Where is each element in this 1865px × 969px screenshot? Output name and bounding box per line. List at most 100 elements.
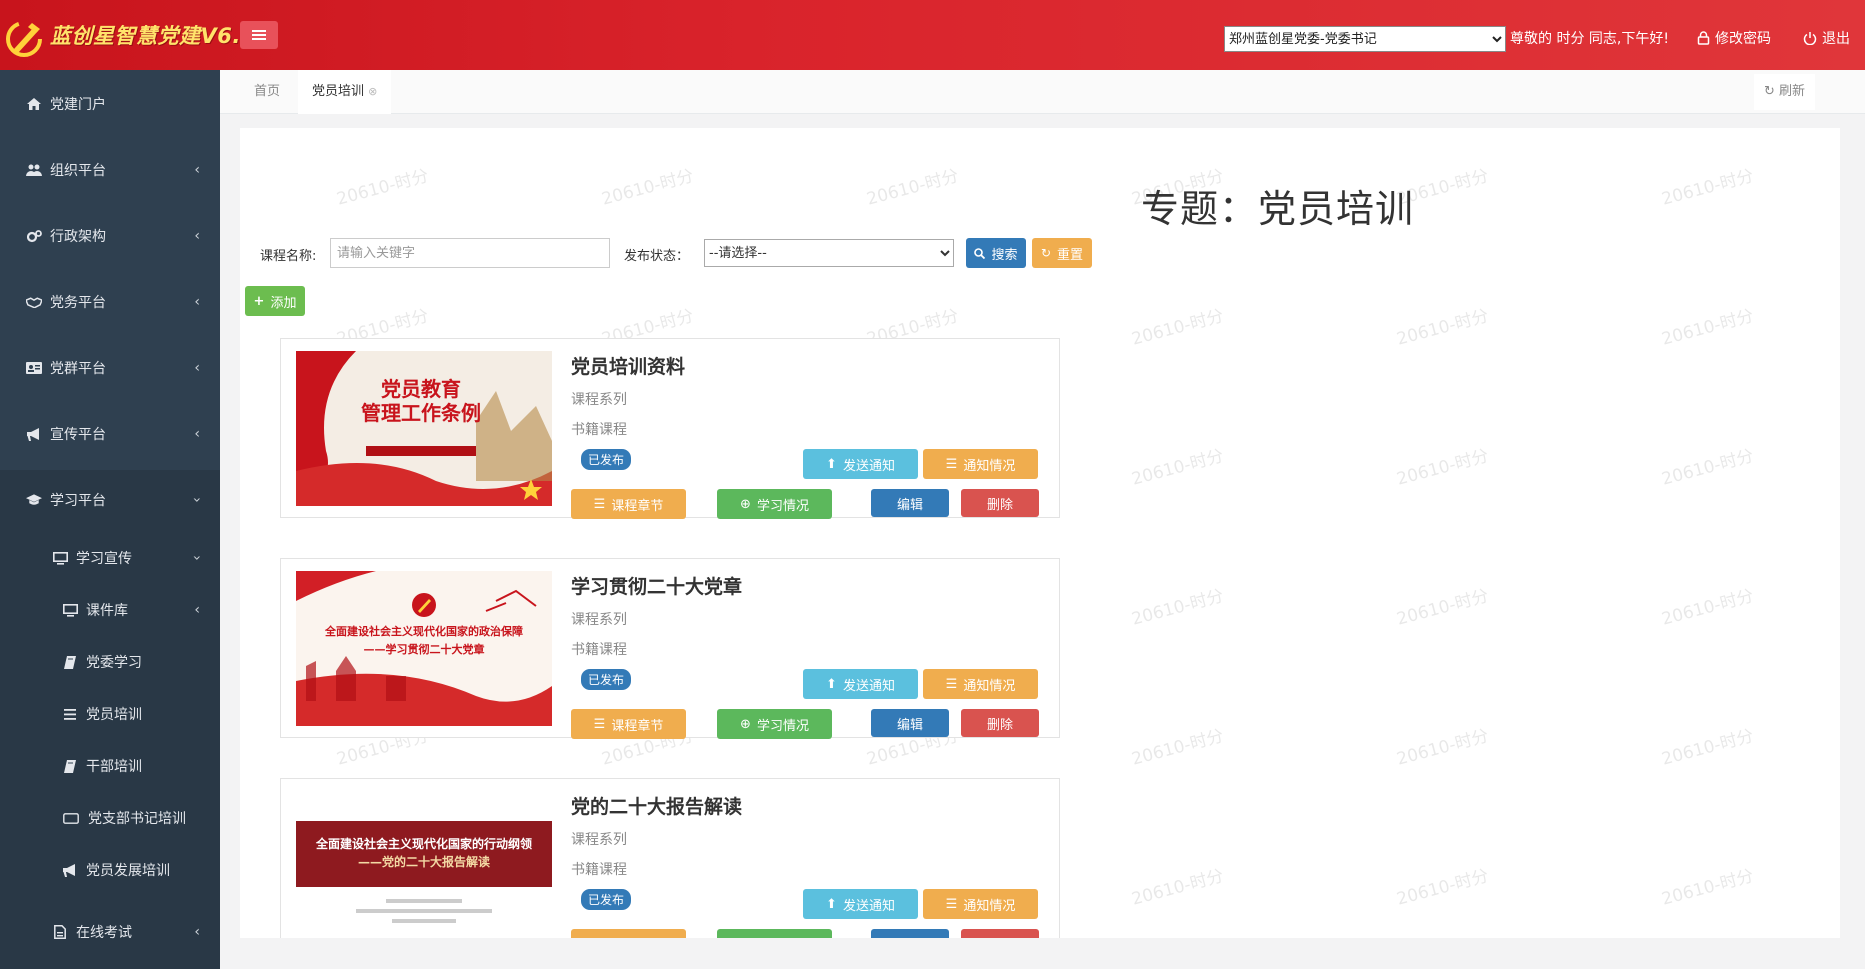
close-icon[interactable]: ⊗ xyxy=(368,85,377,98)
delete-label: 删除 xyxy=(986,717,1013,733)
sidebar-item-party-affairs[interactable]: 党务平台 ‹ xyxy=(0,290,220,314)
send-notice-button[interactable]: ⬆ 发送通知 xyxy=(803,449,918,479)
course-cover-image[interactable]: 党员教育 管理工作条例 xyxy=(296,351,552,506)
course-title[interactable]: 党员培训资料 xyxy=(571,352,685,379)
top-bar: 蓝创星智慧党建V6.0 郑州蓝创星党委-党委书记 尊敬的 时分 同志,下午好! … xyxy=(0,0,1865,70)
send-notice-label: 发送通知 xyxy=(842,458,895,474)
handshake-icon xyxy=(26,295,42,309)
edit-button[interactable]: 编辑 xyxy=(871,709,949,737)
status-select[interactable]: --请选择-- xyxy=(704,239,954,267)
send-notice-label: 发送通知 xyxy=(842,898,895,914)
status-badge: 已发布 xyxy=(581,669,632,690)
chapters-button[interactable]: ☰ 课程章节 xyxy=(571,709,686,739)
bullhorn-icon xyxy=(26,427,42,441)
zoom-icon: ⊕ xyxy=(740,716,751,732)
bullhorn-icon xyxy=(62,863,78,877)
reset-button[interactable]: ↻ 重置 xyxy=(1032,238,1092,268)
sidebar-item-organization[interactable]: 组织平台 ‹ xyxy=(0,158,220,182)
watermark-text: 20610-时分 xyxy=(1394,446,1491,490)
watermark-text: 20610-时分 xyxy=(1129,726,1226,770)
watermark-text: 20610-时分 xyxy=(1659,866,1756,910)
sidebar-item-committee-study[interactable]: 党委学习 xyxy=(0,650,220,674)
sidebar-item-label: 党群平台 xyxy=(50,361,106,377)
sidebar-item-study-platform[interactable]: 学习平台 ‹ xyxy=(0,488,220,512)
list-icon: ☰ xyxy=(593,716,606,732)
cover-title: 党员教育 管理工作条例 xyxy=(346,377,496,425)
send-notice-button[interactable]: ⬆ 发送通知 xyxy=(803,669,918,699)
study-status-button[interactable] xyxy=(717,929,832,938)
cover-art xyxy=(296,351,552,506)
list-icon: ☰ xyxy=(593,496,606,512)
notice-status-button[interactable]: ☰ 通知情况 xyxy=(923,449,1038,479)
sidebar-item-mass-work[interactable]: 党群平台 ‹ xyxy=(0,356,220,380)
edit-label: 编辑 xyxy=(896,717,923,733)
send-notice-button[interactable]: ⬆ 发送通知 xyxy=(803,889,918,919)
course-title[interactable]: 党的二十大报告解读 xyxy=(571,792,742,819)
chevron-left-icon: ‹ xyxy=(194,602,200,618)
cover-title: 全面建设社会主义现代化国家的政治保障 ——学习贯彻二十大党章 xyxy=(296,623,552,659)
course-type: 书籍课程 xyxy=(571,862,627,878)
notice-status-label: 通知情况 xyxy=(963,678,1016,694)
logout-link[interactable]: 退出 xyxy=(1803,28,1850,48)
chevron-left-icon: ‹ xyxy=(194,426,200,442)
graduation-cap-icon xyxy=(26,493,42,507)
delete-button[interactable] xyxy=(961,929,1039,938)
sidebar-item-branch-secretary-training[interactable]: 党支部书记培训 xyxy=(0,806,220,830)
course-cover-image[interactable]: 全面建设社会主义现代化国家的政治保障 ——学习贯彻二十大党章 xyxy=(296,571,552,726)
status-badge: 已发布 xyxy=(581,449,632,470)
watermark-text: 20610-时分 xyxy=(1659,306,1756,350)
change-password-link[interactable]: 修改密码 xyxy=(1697,28,1771,48)
edit-button[interactable]: 编辑 xyxy=(871,489,949,517)
watermark-text: 20610-时分 xyxy=(1394,726,1491,770)
course-title[interactable]: 学习贯彻二十大党章 xyxy=(571,572,742,599)
menu-toggle-button[interactable] xyxy=(240,21,278,49)
sidebar-item-portal[interactable]: 党建门户 xyxy=(0,92,220,116)
study-status-button[interactable]: ⊕ 学习情况 xyxy=(717,489,832,519)
chapters-button[interactable]: ☰ 课程章节 xyxy=(571,489,686,519)
chevron-down-icon: ‹ xyxy=(189,555,206,561)
refresh-button[interactable]: ↻ 刷新 xyxy=(1753,74,1815,110)
sidebar-item-label: 组织平台 xyxy=(50,163,106,179)
app-title: 蓝创星智慧党建V6.0 xyxy=(50,24,256,48)
delete-button[interactable]: 删除 xyxy=(961,709,1039,737)
edit-button[interactable] xyxy=(871,929,949,938)
id-card-icon xyxy=(26,361,42,375)
sidebar-item-online-exam[interactable]: 在线考试 ‹ xyxy=(0,920,220,944)
watermark-text: 20610-时分 xyxy=(1129,866,1226,910)
notice-status-button[interactable]: ☰ 通知情况 xyxy=(923,669,1038,699)
book-icon xyxy=(62,655,78,669)
study-status-button[interactable]: ⊕ 学习情况 xyxy=(717,709,832,739)
sidebar-item-member-training[interactable]: 党员培训 xyxy=(0,702,220,726)
tab-member-training[interactable]: 党员培训 ⊗ xyxy=(298,70,392,114)
watermark-text: 20610-时分 xyxy=(1659,446,1756,490)
watermark-text: 20610-时分 xyxy=(1659,726,1756,770)
watermark-text: 20610-时分 xyxy=(1394,306,1491,350)
sidebar-item-label: 课件库 xyxy=(86,603,128,619)
course-cover-image[interactable]: 全面建设社会主义现代化国家的行动纲领 ——党的二十大报告解读 xyxy=(296,791,552,938)
chevron-left-icon: ‹ xyxy=(194,162,200,178)
sidebar-item-publicity[interactable]: 宣传平台 ‹ xyxy=(0,422,220,446)
cover-line: ——党的二十大报告解读 xyxy=(357,855,490,869)
sidebar-item-cadre-training[interactable]: 干部培训 xyxy=(0,754,220,778)
sidebar-item-member-development-training[interactable]: 党员发展培训 xyxy=(0,858,220,882)
chapters-button[interactable] xyxy=(571,929,686,938)
sidebar-item-administration[interactable]: 行政架构 ‹ xyxy=(0,224,220,248)
chevron-left-icon: ‹ xyxy=(194,294,200,310)
sidebar-item-study-promo[interactable]: 学习宣传 ‹ xyxy=(0,546,220,570)
tab-home[interactable]: 首页 xyxy=(254,70,280,114)
course-name-input[interactable] xyxy=(330,238,610,268)
notice-status-button[interactable]: ☰ 通知情况 xyxy=(923,889,1038,919)
cover-line: 全面建设社会主义现代化国家的行动纲领 xyxy=(315,837,532,851)
search-button-label: 搜索 xyxy=(991,247,1018,263)
study-status-label: 学习情况 xyxy=(756,718,809,734)
org-select[interactable]: 郑州蓝创星党委-党委书记 xyxy=(1224,26,1506,52)
add-button[interactable]: + 添加 xyxy=(245,286,305,316)
party-emblem-icon xyxy=(4,9,50,61)
sidebar-item-courseware[interactable]: 课件库 ‹ xyxy=(0,598,220,622)
upload-icon: ⬆ xyxy=(826,456,837,472)
course-series: 课程系列 xyxy=(571,392,627,408)
delete-button[interactable]: 删除 xyxy=(961,489,1039,517)
notice-status-label: 通知情况 xyxy=(963,458,1016,474)
chevron-left-icon: ‹ xyxy=(194,228,200,244)
search-button[interactable]: 搜索 xyxy=(966,238,1026,268)
